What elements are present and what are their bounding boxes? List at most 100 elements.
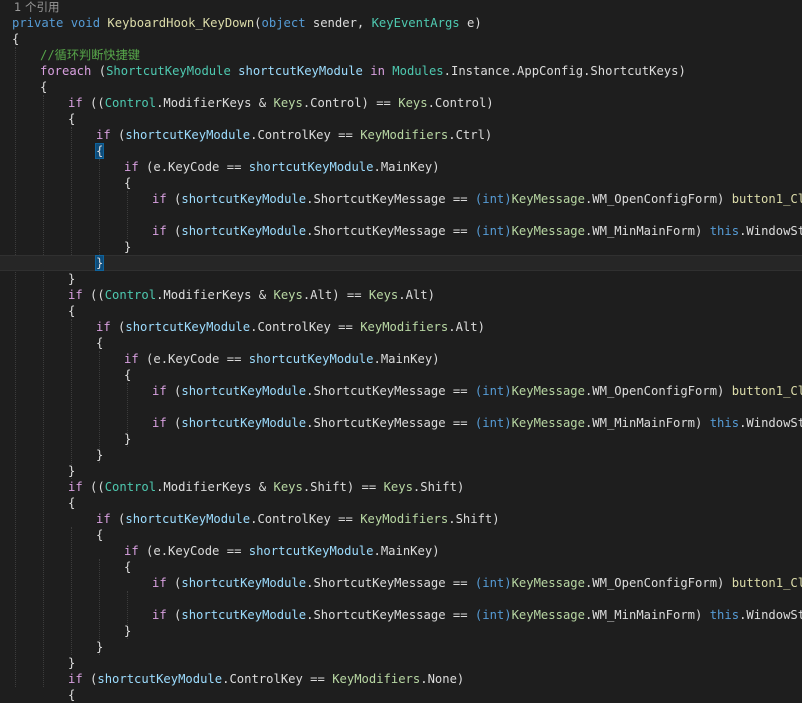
code-line[interactable]: { [0, 527, 802, 543]
code-token: KeyMessage [511, 576, 585, 590]
code-line[interactable]: } [0, 431, 802, 447]
code-line[interactable]: if ((Control.ModifierKeys & Keys.Alt) ==… [0, 287, 802, 303]
code-line[interactable]: //循环判断快捷键 [0, 47, 802, 63]
code-line[interactable]: if (shortcutKeyModule.ControlKey == KeyM… [0, 127, 802, 143]
code-token: shortcutKeyModule [181, 416, 307, 430]
code-line[interactable]: if (shortcutKeyModule.ShortcutKeyMessage… [0, 575, 802, 591]
code-line[interactable]: { [0, 495, 802, 511]
code-token: object [261, 16, 306, 30]
code-token: .WM_OpenConfigForm) [584, 576, 732, 590]
code-token: Control [104, 288, 157, 302]
code-line[interactable]: if (shortcutKeyModule.ShortcutKeyMessage… [0, 383, 802, 399]
code-text: if (shortcutKeyModule.ShortcutKeyMessage… [152, 383, 802, 399]
code-token: if [124, 352, 139, 366]
code-line[interactable]: } [0, 255, 802, 271]
code-line[interactable]: if (e.KeyCode == shortcutKeyModule.MainK… [0, 543, 802, 559]
code-line[interactable]: } [0, 623, 802, 639]
code-line[interactable]: if (e.KeyCode == shortcutKeyModule.MainK… [0, 159, 802, 175]
code-token: .ShortcutKeyMessage == [306, 224, 475, 238]
code-line[interactable]: { [0, 687, 802, 703]
codelens-references[interactable]: 1 个引用 [14, 0, 59, 14]
code-token: ( [166, 608, 182, 622]
code-line[interactable]: if (e.KeyCode == shortcutKeyModule.MainK… [0, 351, 802, 367]
code-token: (int) [474, 224, 512, 238]
code-token: foreach [40, 64, 92, 78]
code-line[interactable]: { [0, 335, 802, 351]
code-line[interactable]: { [0, 31, 802, 47]
code-token: .WM_MinMainForm) [584, 224, 710, 238]
code-token: } [94, 255, 105, 271]
code-token: ( [110, 512, 126, 526]
code-line[interactable]: if (shortcutKeyModule.ControlKey == KeyM… [0, 671, 802, 687]
code-line[interactable]: { [0, 79, 802, 95]
code-line[interactable]: if ((Control.ModifierKeys & Keys.Control… [0, 95, 802, 111]
code-line[interactable]: if (shortcutKeyModule.ShortcutKeyMessage… [0, 607, 802, 623]
code-token: this [709, 224, 740, 238]
code-token: KeyEventArgs [371, 16, 460, 30]
code-line[interactable]: foreach (ShortcutKeyModule shortcutKeyMo… [0, 63, 802, 79]
code-line[interactable]: if (shortcutKeyModule.ControlKey == KeyM… [0, 511, 802, 527]
code-text: } [96, 447, 103, 463]
code-token: if [96, 128, 111, 142]
code-token: ( [166, 224, 182, 238]
code-line[interactable]: { [0, 111, 802, 127]
code-line[interactable]: } [0, 463, 802, 479]
code-token: if [124, 544, 139, 558]
code-line[interactable]: { [0, 367, 802, 383]
code-token: .ModifierKeys & [156, 288, 274, 302]
code-token: .MainKey) [373, 352, 440, 366]
code-text: { [68, 687, 75, 703]
code-token: (int) [474, 384, 512, 398]
code-line[interactable] [0, 399, 802, 415]
code-token: { [68, 112, 76, 126]
code-token: } [68, 656, 76, 670]
code-text: } [94, 255, 105, 271]
code-token: shortcutKeyModule [125, 320, 251, 334]
code-line[interactable]: if (shortcutKeyModule.ShortcutKeyMessage… [0, 191, 802, 207]
code-token: (int) [474, 192, 512, 206]
code-line[interactable]: if ((Control.ModifierKeys & Keys.Shift) … [0, 479, 802, 495]
code-text: if (e.KeyCode == shortcutKeyModule.MainK… [124, 351, 440, 367]
code-line[interactable]: } [0, 239, 802, 255]
code-token: .WindowState [739, 608, 802, 622]
code-token: .ControlKey == [250, 320, 361, 334]
code-line[interactable] [0, 207, 802, 223]
code-line[interactable]: { [0, 303, 802, 319]
code-text: { [124, 175, 131, 191]
code-editor[interactable]: 1 个引用 private void KeyboardHook_KeyDown(… [0, 0, 802, 702]
code-token: .WindowState [739, 416, 802, 430]
code-text: foreach (ShortcutKeyModule shortcutKeyMo… [40, 63, 686, 79]
code-text: { [68, 495, 75, 511]
code-token: ( [166, 384, 182, 398]
code-token: KeyMessage [511, 608, 585, 622]
code-token: .ShortcutKeyMessage == [306, 608, 475, 622]
code-token: ( [110, 320, 126, 334]
code-token: (( [82, 96, 105, 110]
code-text: { [68, 303, 75, 319]
code-line[interactable]: if (shortcutKeyModule.ShortcutKeyMessage… [0, 223, 802, 239]
code-line[interactable]: } [0, 639, 802, 655]
code-line[interactable]: private void KeyboardHook_KeyDown(object… [0, 15, 802, 31]
code-line[interactable]: } [0, 271, 802, 287]
code-token: shortcutKeyModule [181, 224, 307, 238]
code-token: .Control) [427, 96, 494, 110]
code-text: } [124, 623, 131, 639]
code-token: .Shift) [412, 480, 465, 494]
code-line[interactable]: } [0, 447, 802, 463]
code-token: .Control) == [302, 96, 399, 110]
code-text: if (shortcutKeyModule.ShortcutKeyMessage… [152, 575, 802, 591]
code-line[interactable]: if (shortcutKeyModule.ControlKey == KeyM… [0, 319, 802, 335]
code-line[interactable]: { [0, 143, 802, 159]
code-token: Modules [392, 64, 444, 78]
code-token: .Shift) [448, 512, 500, 526]
code-token: { [124, 560, 132, 574]
code-token: .WM_OpenConfigForm) [584, 384, 732, 398]
code-line[interactable]: { [0, 559, 802, 575]
code-token: (e.KeyCode == [138, 544, 249, 558]
code-line[interactable] [0, 591, 802, 607]
code-line[interactable]: } [0, 655, 802, 671]
code-text: { [94, 143, 105, 159]
code-line[interactable]: if (shortcutKeyModule.ShortcutKeyMessage… [0, 415, 802, 431]
code-line[interactable]: { [0, 175, 802, 191]
